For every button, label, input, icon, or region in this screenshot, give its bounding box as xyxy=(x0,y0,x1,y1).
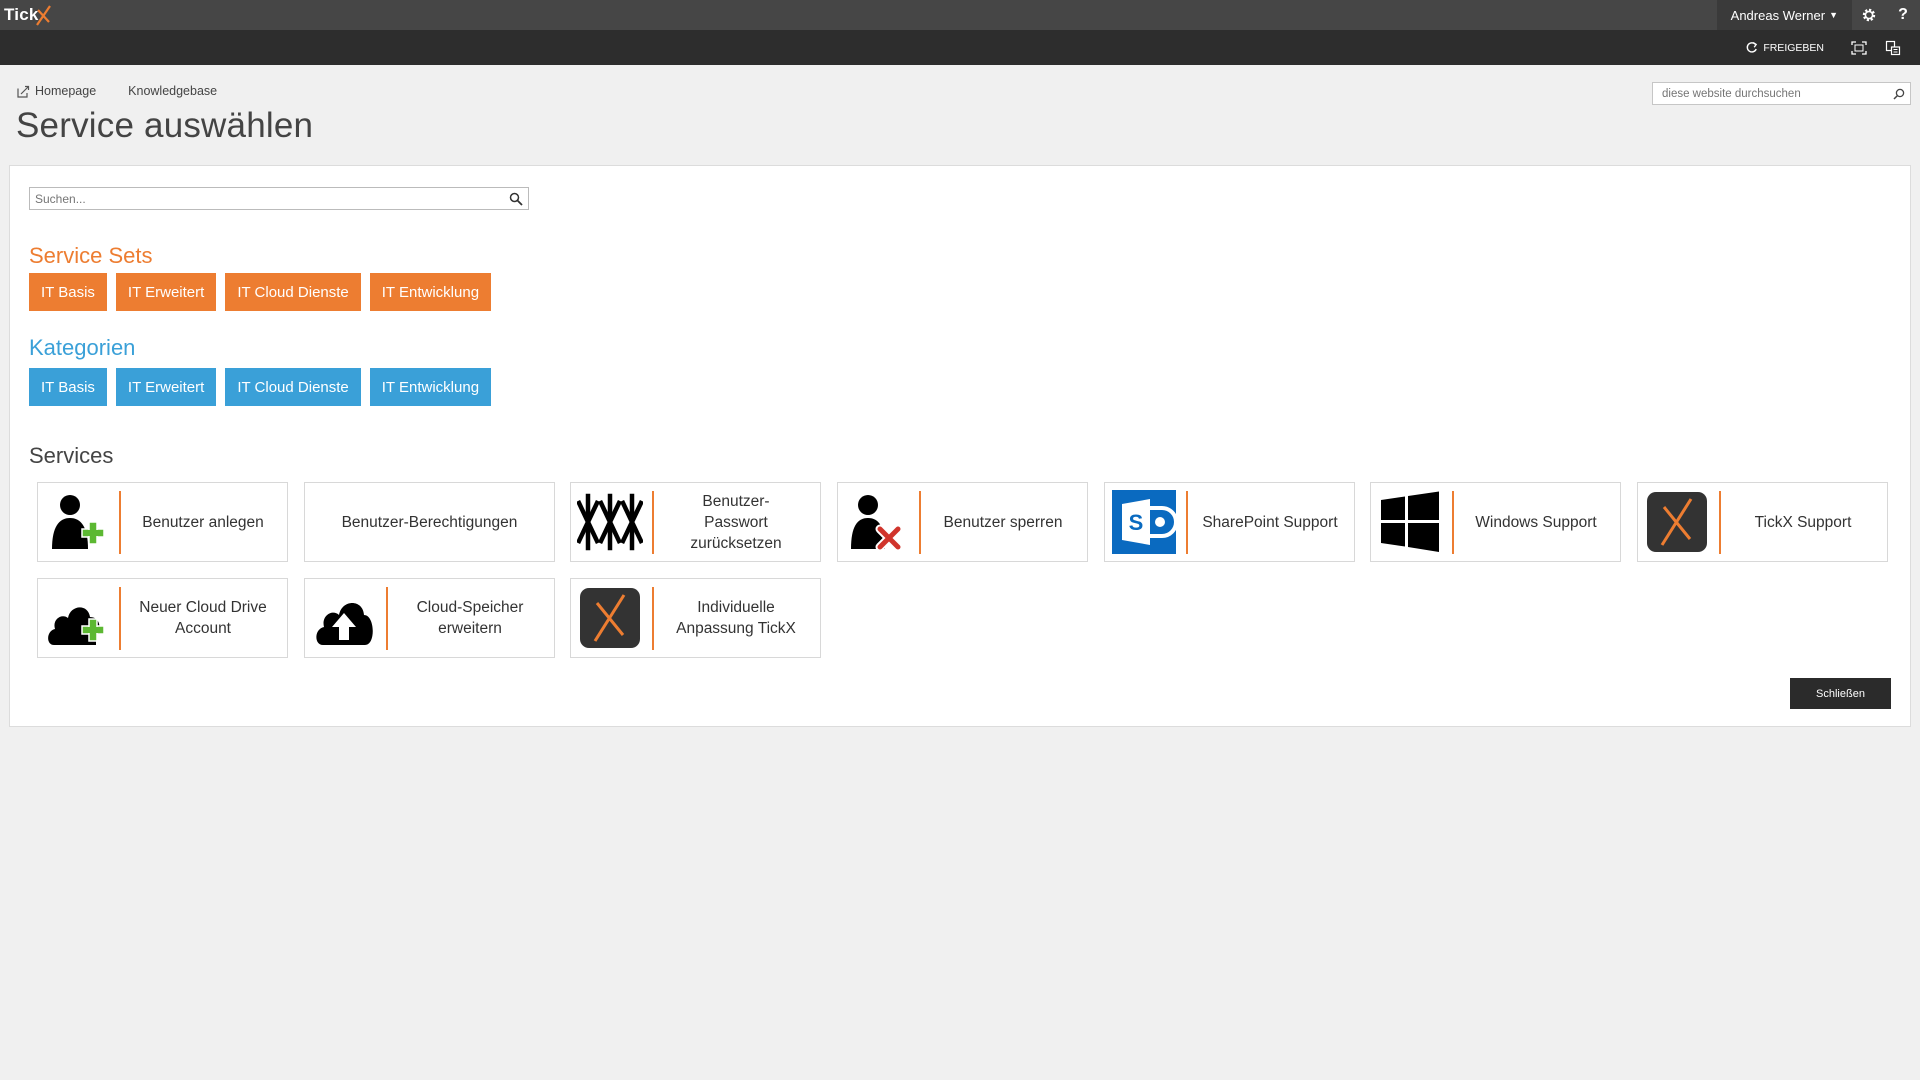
tickx-icon xyxy=(577,585,643,651)
site-search-box xyxy=(1652,82,1911,105)
nav-label-knowledgebase: Knowledgebase xyxy=(128,84,218,98)
tile-separator xyxy=(652,587,654,650)
help-icon[interactable]: ? xyxy=(1886,0,1920,30)
service-sets-list: IT Basis IT Erweitert IT Cloud Dienste I… xyxy=(29,273,500,311)
share-button[interactable]: FREIGEBEN xyxy=(1745,41,1824,54)
service-search-box xyxy=(29,187,529,210)
site-search-input[interactable] xyxy=(1653,83,1888,104)
tile-separator xyxy=(386,587,388,650)
page-title: Service auswählen xyxy=(16,106,314,145)
service-set-it-basis[interactable]: IT Basis xyxy=(29,273,107,311)
suite-bar: Tick Andreas Werner ▼ ? xyxy=(0,0,1920,30)
categories-title: Kategorien xyxy=(29,335,136,360)
tickx-icon xyxy=(1644,489,1710,555)
service-set-it-entwicklung[interactable]: IT Entwicklung xyxy=(369,273,492,311)
service-set-it-erweitert[interactable]: IT Erweitert xyxy=(115,273,217,311)
service-label: Cloud-Speicher erweitern xyxy=(416,599,524,637)
tile-separator xyxy=(1452,491,1454,554)
service-label: SharePoint Support xyxy=(1202,513,1338,531)
service-label: TickX Support xyxy=(1754,513,1852,531)
tile-separator xyxy=(919,491,921,554)
search-icon[interactable] xyxy=(1888,83,1910,104)
user-block-icon xyxy=(844,489,910,555)
top-navigation: Homepage Knowledgebase xyxy=(17,84,249,98)
svg-text:S: S xyxy=(1129,510,1144,535)
user-name: Andreas Werner xyxy=(1730,7,1826,23)
focus-icon[interactable] xyxy=(1842,30,1876,65)
nav-item-knowledgebase[interactable]: Knowledgebase xyxy=(128,84,217,98)
tile-separator xyxy=(1186,491,1188,554)
tickx-logo[interactable]: Tick xyxy=(4,4,53,26)
service-label: Benutzer sperren xyxy=(943,513,1063,531)
service-tile-individuelle-anpassung-tickx[interactable]: Individuelle Anpassung TickX xyxy=(570,578,821,658)
service-tile-benutzer-anlegen[interactable]: Benutzer anlegen xyxy=(37,482,288,562)
share-label: FREIGEBEN xyxy=(1763,41,1824,54)
service-tile-cloud-speicher-erweitern[interactable]: Cloud-Speicher erweitern xyxy=(304,578,555,658)
service-tile-passwort-zuruecksetzen[interactable]: Benutzer- Passwort zurücksetzen xyxy=(570,482,821,562)
category-it-basis[interactable]: IT Basis xyxy=(29,368,107,406)
category-it-entwicklung[interactable]: IT Entwicklung xyxy=(369,368,492,406)
logo-text: Tick xyxy=(4,5,39,24)
tile-separator xyxy=(652,491,654,554)
service-label: Benutzer anlegen xyxy=(142,513,264,531)
service-label: Individuelle Anpassung TickX xyxy=(676,599,796,637)
tile-separator xyxy=(1719,491,1721,554)
services-title: Services xyxy=(29,443,114,468)
service-search-input[interactable] xyxy=(30,188,504,209)
service-tile-windows-support[interactable]: Windows Support xyxy=(1370,482,1621,562)
tile-separator xyxy=(119,491,121,554)
ribbon: FREIGEBEN xyxy=(0,30,1920,65)
cloud-upload-icon xyxy=(311,585,377,651)
windows-icon xyxy=(1377,489,1443,555)
user-add-icon xyxy=(44,489,110,555)
service-tile-benutzer-sperren[interactable]: Benutzer sperren xyxy=(837,482,1088,562)
nav-item-homepage[interactable]: Homepage xyxy=(17,84,96,98)
category-it-erweitert[interactable]: IT Erweitert xyxy=(115,368,217,406)
service-tile-benutzer-berechtigungen[interactable]: Benutzer-Berechtigungen xyxy=(304,482,555,562)
sync-icon[interactable] xyxy=(1876,30,1910,65)
service-tile-sharepoint-support[interactable]: S SharePoint Support xyxy=(1104,482,1355,562)
service-set-it-cloud-dienste[interactable]: IT Cloud Dienste xyxy=(225,273,361,311)
tile-separator xyxy=(119,587,121,650)
service-label: Benutzer- Passwort zurücksetzen xyxy=(690,492,782,552)
edit-link-icon xyxy=(17,85,30,98)
service-label: Windows Support xyxy=(1475,513,1597,531)
service-label: Neuer Cloud Drive Account xyxy=(139,599,267,637)
cloud-add-icon xyxy=(44,585,110,651)
gear-icon[interactable] xyxy=(1852,0,1886,30)
user-menu[interactable]: Andreas Werner ▼ xyxy=(1716,0,1852,30)
service-tile-neuer-cloud-drive-account[interactable]: Neuer Cloud Drive Account xyxy=(37,578,288,658)
search-icon[interactable] xyxy=(504,188,528,209)
close-button[interactable]: Schließen xyxy=(1790,678,1891,709)
share-icon xyxy=(1746,42,1758,53)
logo-x-mark xyxy=(35,5,51,26)
categories-list: IT Basis IT Erweitert IT Cloud Dienste I… xyxy=(29,368,500,406)
help-glyph: ? xyxy=(1898,6,1908,23)
service-sets-title: Service Sets xyxy=(29,243,153,268)
service-tile-tickx-support[interactable]: TickX Support xyxy=(1637,482,1888,562)
nav-label-homepage: Homepage xyxy=(35,84,97,98)
service-panel: Service Sets IT Basis IT Erweitert IT Cl… xyxy=(9,165,1911,727)
chevron-down-icon: ▼ xyxy=(1829,10,1838,20)
sharepoint-icon: S xyxy=(1111,489,1177,555)
service-label: Benutzer-Berechtigungen xyxy=(341,513,518,531)
password-icon xyxy=(577,489,643,555)
category-it-cloud-dienste[interactable]: IT Cloud Dienste xyxy=(225,368,361,406)
